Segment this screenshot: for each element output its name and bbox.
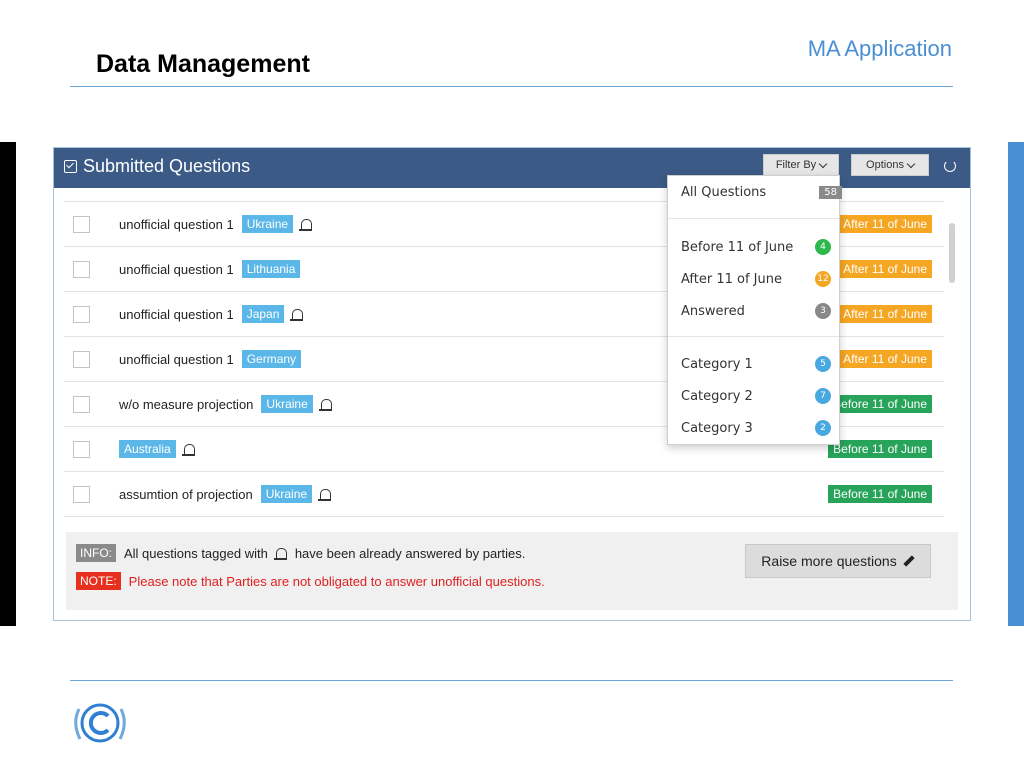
country-tag: Ukraine	[260, 485, 313, 503]
status-badge: After 11 of June	[838, 305, 932, 323]
bell-icon	[318, 488, 332, 501]
menu-item-category-3[interactable]: Category 3 2	[681, 420, 831, 436]
row-checkbox[interactable]	[73, 260, 90, 278]
menu-item-category-2[interactable]: Category 2 7	[681, 388, 831, 404]
options-label: Options	[866, 159, 904, 171]
status-badge: Before 11 of June	[828, 395, 932, 413]
question-text: w/o measure projection	[119, 396, 254, 412]
filter-by-button[interactable]: Filter By	[763, 154, 839, 176]
count-badge: 3	[815, 303, 831, 319]
bell-icon	[181, 443, 195, 456]
bell-icon	[299, 218, 313, 231]
slide-title: Data Management	[96, 50, 310, 78]
refresh-icon[interactable]	[944, 160, 956, 172]
status-badge: Before 11 of June	[828, 485, 932, 503]
menu-divider	[668, 336, 839, 337]
count-badge: 5	[815, 356, 831, 372]
row-checkbox[interactable]	[73, 485, 90, 503]
country-tag: Lithuania	[241, 260, 301, 278]
filter-by-label: Filter By	[775, 159, 817, 171]
count-badge: 2	[815, 420, 831, 436]
row-checkbox[interactable]	[73, 305, 90, 323]
country-tag: Japan	[241, 305, 285, 323]
bell-icon	[290, 308, 304, 321]
count-badge: 58	[819, 186, 842, 199]
question-text: unofficial question 1	[119, 216, 234, 232]
country-tag: Ukraine	[261, 395, 313, 413]
count-badge: 4	[815, 239, 831, 255]
row-checkbox[interactable]	[73, 215, 90, 233]
row-checkbox[interactable]	[73, 350, 90, 368]
menu-item-label: After 11 of June	[681, 271, 782, 287]
pencil-icon	[903, 555, 915, 567]
note-line: NOTE: Please note that Parties are not o…	[76, 572, 545, 590]
status-badge: Before 11 of June	[828, 440, 932, 458]
status-badge: After 11 of June	[838, 260, 932, 278]
note-label: NOTE:	[76, 572, 121, 590]
bottom-divider	[70, 680, 953, 681]
app-label: MA Application	[807, 36, 952, 61]
raise-button-label: Raise more questions	[761, 553, 897, 569]
question-text: unofficial question 1	[119, 306, 234, 322]
question-text: unofficial question 1	[119, 261, 234, 277]
options-button[interactable]: Options	[851, 154, 929, 176]
info-text-post: have been already answered by parties.	[294, 545, 526, 561]
status-badge: After 11 of June	[838, 215, 932, 233]
chevron-down-icon	[818, 159, 828, 168]
row-checkbox[interactable]	[73, 440, 90, 458]
count-badge: 12	[815, 271, 831, 287]
menu-item-answered[interactable]: Answered 3	[681, 303, 831, 319]
question-text: assumtion of projection	[119, 486, 253, 502]
menu-item-all-questions[interactable]: All Questions 58	[681, 185, 842, 200]
info-text-pre: All questions tagged with	[124, 545, 268, 561]
bell-icon	[318, 398, 332, 411]
panel-title-text: Submitted Questions	[83, 156, 251, 176]
table-row[interactable]: assumtion of projection Ukraine Before 1…	[64, 471, 944, 516]
left-edge-bar	[0, 142, 16, 626]
row-checkbox[interactable]	[73, 395, 90, 413]
menu-item-before-11-june[interactable]: Before 11 of June 4	[681, 239, 831, 255]
right-edge-bar	[1008, 142, 1024, 626]
chevron-down-icon	[906, 159, 916, 168]
un-climate-logo	[74, 703, 126, 743]
menu-item-label: Category 1	[681, 356, 753, 372]
menu-item-label: Category 2	[681, 388, 753, 404]
checkbox-icon	[64, 160, 77, 173]
info-line: INFO: All questions tagged with have bee…	[76, 544, 525, 562]
count-badge: 7	[815, 388, 831, 404]
country-tag: Germany	[241, 350, 302, 368]
scrollbar-thumb[interactable]	[949, 223, 955, 283]
note-text: Please note that Parties are not obligat…	[128, 573, 545, 589]
menu-item-label: Before 11 of June	[681, 239, 794, 255]
top-divider	[70, 86, 953, 87]
menu-divider	[668, 218, 839, 219]
question-text: unofficial question 1	[119, 351, 234, 367]
footer-notes: INFO: All questions tagged with have bee…	[66, 532, 958, 610]
bell-icon	[273, 547, 287, 560]
menu-item-label: Category 3	[681, 420, 753, 436]
raise-more-questions-button[interactable]: Raise more questions	[745, 544, 931, 578]
status-badge: After 11 of June	[838, 350, 932, 368]
country-tag: Australia	[119, 440, 176, 458]
info-label: INFO:	[76, 544, 116, 562]
menu-item-after-11-june[interactable]: After 11 of June 12	[681, 271, 831, 287]
filter-dropdown-menu: All Questions 58 Before 11 of June 4 Aft…	[667, 175, 842, 445]
country-tag: Ukraine	[241, 215, 294, 233]
menu-item-label: Answered	[681, 303, 745, 319]
table-row-partial[interactable]	[64, 516, 944, 531]
menu-item-label: All Questions	[681, 185, 767, 200]
menu-item-category-1[interactable]: Category 1 5	[681, 356, 831, 372]
panel-title: Submitted Questions	[64, 156, 250, 177]
